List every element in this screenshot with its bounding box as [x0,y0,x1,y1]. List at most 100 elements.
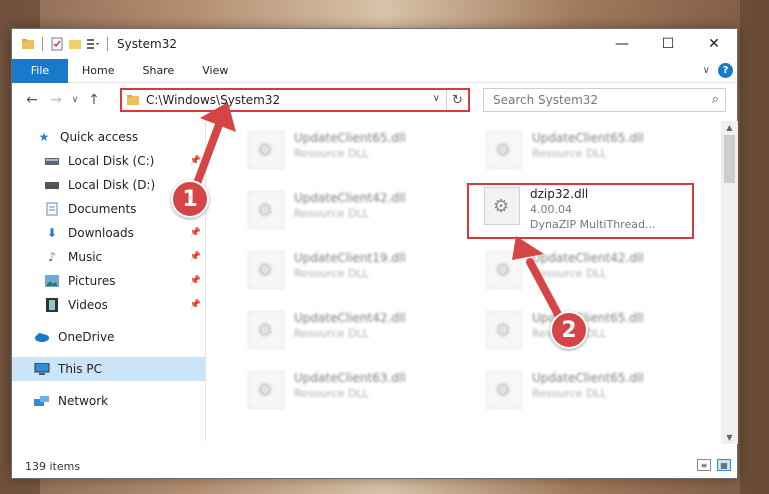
new-folder-icon[interactable] [68,37,82,51]
star-icon: ★ [38,130,50,144]
list-item[interactable]: UpdateClient42.dll Resource DLL [224,185,449,235]
status-bar: 139 items ≡ ▦ [12,454,737,478]
folder-icon [127,95,139,105]
document-icon [44,202,60,216]
file-name: UpdateClient42.dll [532,251,644,265]
up-button[interactable]: ↑ [82,92,106,108]
large-icons-view-icon[interactable]: ▦ [717,459,731,471]
pin-icon[interactable]: 📌 [190,156,201,166]
list-item[interactable]: UpdateClient65.dll Resource DLL [462,125,687,175]
pane-divider[interactable] [205,121,206,441]
dll-file-icon [486,251,522,289]
window-controls: — ☐ ✕ [599,29,737,59]
dll-file-icon [248,131,284,169]
search-input[interactable]: Search System32 ⌕ [483,88,726,112]
folder-icon[interactable] [21,37,35,51]
file-type: Resource DLL [294,327,369,340]
scrollbar-thumb[interactable] [724,135,735,183]
dll-file-icon [486,371,522,409]
video-icon [44,298,60,312]
title-bar: System32 — ☐ ✕ [12,29,737,59]
tab-file[interactable]: File [12,58,68,83]
toolbar-separator [42,37,43,51]
navigation-pane: ★ Quick access Local Disk (C:) 📌 Local D… [12,121,205,441]
music-icon: ♪ [48,250,56,264]
sidebar-item-videos[interactable]: Videos 📌 [12,293,205,317]
sidebar-item-downloads[interactable]: ⬇ Downloads 📌 [12,221,205,245]
sidebar-item-quick-access[interactable]: ★ Quick access [12,125,205,149]
maximize-button[interactable]: ☐ [645,29,691,59]
file-name: UpdateClient65.dll [532,311,644,325]
file-name: UpdateClient42.dll [294,311,406,325]
scroll-down-icon[interactable]: ▼ [721,433,738,442]
file-type: Resource DLL [532,387,607,400]
search-icon[interactable]: ⌕ [712,92,719,107]
file-type: Resource DLL [294,387,369,400]
sidebar-item-label: Quick access [60,130,139,144]
pin-icon[interactable]: 📌 [190,228,201,238]
tab-home[interactable]: Home [68,59,128,83]
minimize-button[interactable]: — [599,29,645,59]
sidebar-item-music[interactable]: ♪ Music 📌 [12,245,205,269]
address-dropdown-icon[interactable]: ∨ [433,93,440,104]
file-highlight-box [467,183,694,239]
sidebar-item-label: Network [58,394,109,408]
toolbar-separator [107,37,108,51]
expand-ribbon-icon[interactable]: ∨ [703,65,710,76]
sidebar-item-label: Documents [68,202,137,216]
pin-icon[interactable]: 📌 [190,276,201,286]
file-name: UpdateClient19.dll [294,251,406,265]
dll-file-icon [248,311,284,349]
file-type: Resource DLL [294,207,369,220]
view-toggle: ≡ ▦ [697,459,731,471]
sidebar-item-label: OneDrive [58,330,115,344]
file-name: UpdateClient65.dll [294,131,406,145]
scroll-up-icon[interactable]: ▲ [721,123,738,132]
file-name: UpdateClient42.dll [294,191,406,205]
tab-share[interactable]: Share [128,59,188,83]
list-item[interactable]: UpdateClient65.dll Resource DLL [224,125,449,175]
item-count: 139 items [25,459,81,473]
background-tree [740,0,769,494]
sidebar-item-label: Videos [68,298,108,312]
list-item[interactable]: UpdateClient19.dll Resource DLL [224,245,449,295]
sidebar-item-label: Pictures [68,274,116,288]
close-button[interactable]: ✕ [691,29,737,59]
back-button[interactable]: ← [20,92,44,108]
sidebar-item-onedrive[interactable]: OneDrive [12,325,205,349]
file-list: UpdateClient65.dll Resource DLL UpdateCl… [208,121,720,443]
computer-icon [34,362,50,376]
refresh-button[interactable]: ↻ [446,90,468,110]
help-icon[interactable]: ? [718,63,733,78]
sidebar-item-label: Local Disk (D:) [68,178,156,192]
sidebar-item-local-disk-c[interactable]: Local Disk (C:) 📌 [12,149,205,173]
pin-icon[interactable]: 📌 [190,252,201,262]
ribbon-tabs: File Home Share View ∨ ? [12,58,737,83]
sidebar-item-network[interactable]: Network [12,389,205,413]
drive-icon [44,178,60,192]
vertical-scrollbar[interactable]: ▲ ▼ [721,121,738,444]
address-bar[interactable]: C:\Windows\System32 ∨ ↻ [120,88,470,112]
sidebar-item-this-pc[interactable]: This PC [12,357,205,381]
address-path[interactable]: C:\Windows\System32 [146,93,280,107]
recent-locations-dropdown[interactable]: ∨ [68,95,82,105]
file-explorer-window: System32 — ☐ ✕ File Home Share View ∨ ? … [11,28,738,479]
tab-view[interactable]: View [188,59,242,83]
customize-toolbar-icon[interactable] [86,37,100,51]
sidebar-item-label: Downloads [68,226,134,240]
forward-button[interactable]: → [44,92,68,108]
list-item[interactable]: UpdateClient65.dll Resource DLL [462,365,687,415]
list-item[interactable]: UpdateClient63.dll Resource DLL [224,365,449,415]
list-item[interactable]: UpdateClient42.dll Resource DLL [462,245,687,295]
drive-icon [44,154,60,168]
sidebar-item-pictures[interactable]: Pictures 📌 [12,269,205,293]
details-view-icon[interactable]: ≡ [697,459,711,471]
dll-file-icon [486,311,522,349]
list-item[interactable]: UpdateClient42.dll Resource DLL [224,305,449,355]
pin-icon[interactable]: 📌 [190,300,201,310]
search-placeholder: Search System32 [493,93,599,107]
properties-icon[interactable] [50,37,64,51]
ribbon-right-controls: ∨ ? [703,63,733,78]
window-title: System32 [117,37,178,51]
navigation-bar: ← → ∨ ↑ C:\Windows\System32 ∨ ↻ Search S… [12,84,737,116]
